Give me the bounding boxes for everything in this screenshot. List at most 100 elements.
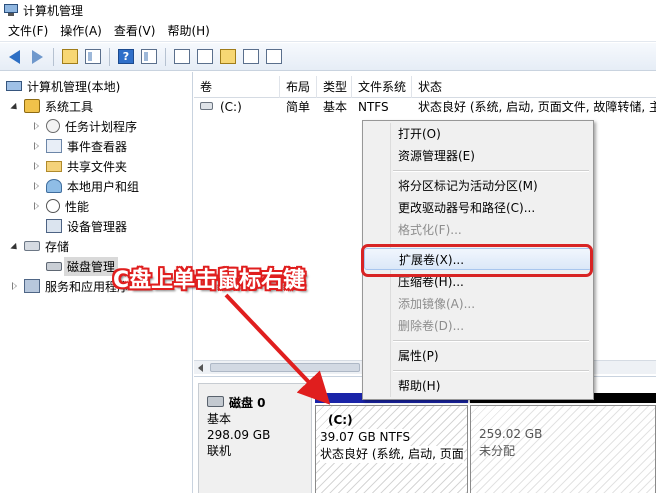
performance-gauge-icon: [46, 199, 60, 213]
menu-item-open[interactable]: 打开(O): [364, 123, 592, 145]
cell-type: 基本: [323, 100, 348, 114]
volume-list-header: 卷 布局 类型 文件系统 状态: [194, 76, 656, 98]
collapsed-arrow-icon[interactable]: [32, 181, 42, 191]
event-log-icon: [46, 139, 62, 153]
cell-status: 状态良好 (系统, 启动, 页面文件, 故障转储, 主: [418, 100, 656, 114]
menu-item-add-mirror: 添加镜像(A)...: [398, 297, 476, 311]
help-button[interactable]: ?: [116, 47, 136, 67]
menu-file[interactable]: 文件(F): [0, 22, 54, 39]
open-folder-icon: [220, 49, 236, 64]
menu-bar: 文件(F) 操作(A) 查看(V) 帮助(H): [0, 20, 656, 42]
forward-arrow-icon: [31, 49, 43, 64]
tools-icon: [24, 99, 40, 113]
cell-layout: 简单: [286, 100, 311, 114]
storage-icon: [24, 241, 40, 251]
refresh-button[interactable]: [172, 47, 192, 67]
cell-filesystem: NTFS: [358, 100, 389, 114]
action-pane-button[interactable]: [139, 47, 159, 67]
disk-type: 基本: [207, 412, 232, 426]
extend-volume-highlight: [361, 244, 593, 277]
collapsed-arrow-icon[interactable]: [32, 161, 42, 171]
menu-item-delete-volume: 删除卷(D)...: [398, 319, 465, 333]
disk-0-info[interactable]: 磁盘 0 基本 298.09 GB 联机: [198, 383, 312, 493]
help-icon: ?: [118, 49, 134, 64]
drive-icon: [200, 102, 213, 110]
tree-item-performance[interactable]: 性能: [32, 196, 89, 216]
menu-item-change-drive-letter[interactable]: 更改驱动器号和路径(C)...: [364, 197, 592, 219]
clock-icon: [46, 119, 60, 133]
toolbar-separator: [109, 47, 110, 66]
refresh-icon: [174, 49, 190, 64]
column-header-volume[interactable]: 卷: [194, 76, 280, 98]
show-hide-tree-button[interactable]: [83, 47, 103, 67]
tree-item-event-viewer[interactable]: 事件查看器: [32, 136, 127, 156]
back-arrow-icon: [8, 49, 20, 64]
tree-item-storage[interactable]: 存储: [10, 236, 69, 256]
scrollbar-thumb[interactable]: [210, 363, 360, 372]
open-button[interactable]: [218, 47, 238, 67]
collapsed-arrow-icon[interactable]: [32, 141, 42, 151]
scroll-left-icon[interactable]: [198, 364, 203, 372]
properties-button[interactable]: [195, 47, 215, 67]
tree-item-task-scheduler[interactable]: 任务计划程序: [32, 116, 137, 136]
column-header-layout[interactable]: 布局: [280, 76, 317, 98]
services-icon: [24, 279, 40, 293]
search-button[interactable]: [241, 47, 261, 67]
disk-size: 298.09 GB: [207, 428, 271, 442]
partition-c[interactable]: (C:) 39.07 GB NTFS 状态良好 (系统, 启动, 页面: [315, 405, 468, 493]
toolbar-separator: [165, 47, 166, 66]
computer-icon: [6, 81, 22, 91]
menu-separator: [393, 340, 589, 342]
computer-management-icon: [4, 3, 18, 17]
menu-separator: [393, 370, 589, 372]
console-tree-icon: [85, 49, 101, 64]
magnifier-icon: [243, 49, 259, 64]
collapsed-arrow-icon[interactable]: [10, 281, 20, 291]
collapsed-arrow-icon[interactable]: [32, 201, 42, 211]
tree-item-local-users[interactable]: 本地用户和组: [32, 176, 139, 196]
partition-c-label: (C:): [328, 413, 353, 427]
annotation-text: C盘上单击鼠标右键: [113, 268, 306, 293]
tree-item-services-applications[interactable]: 服务和应用程序: [10, 276, 129, 296]
menu-help[interactable]: 帮助(H): [161, 22, 215, 39]
menu-item-mark-active[interactable]: 将分区标记为活动分区(M): [364, 175, 592, 197]
toolbar-separator: [53, 47, 54, 66]
partition-c-size: 39.07 GB NTFS: [320, 429, 411, 446]
device-manager-icon: [46, 219, 62, 233]
unallocated-space[interactable]: 259.02 GB 未分配: [470, 405, 656, 493]
unallocated-size: 259.02 GB: [479, 427, 543, 441]
action-pane-icon: [141, 49, 157, 64]
menu-item-explorer[interactable]: 资源管理器(E): [364, 145, 592, 167]
menu-action[interactable]: 操作(A): [54, 22, 108, 39]
collapsed-arrow-icon[interactable]: [32, 121, 42, 131]
menu-item-properties[interactable]: 属性(P): [364, 345, 592, 367]
title-bar: 计算机管理: [0, 0, 656, 20]
back-button[interactable]: [4, 47, 24, 67]
menu-item-help[interactable]: 帮助(H): [364, 375, 592, 397]
disk-properties-icon: [266, 49, 282, 64]
disk-management-icon: [46, 261, 62, 271]
column-header-filesystem[interactable]: 文件系统: [352, 76, 412, 98]
disk-properties-button[interactable]: [264, 47, 284, 67]
menu-view[interactable]: 查看(V): [108, 22, 162, 39]
menu-item-format: 格式化(F)...: [398, 223, 462, 237]
disk-status: 联机: [207, 444, 232, 458]
column-header-status[interactable]: 状态: [412, 76, 656, 98]
table-row[interactable]: (C:) 简单 基本 NTFS 状态良好 (系统, 启动, 页面文件, 故障转储…: [194, 98, 656, 116]
partition-c-status: 状态良好 (系统, 启动, 页面: [320, 446, 464, 463]
expand-arrow-icon[interactable]: [10, 101, 20, 112]
up-level-button[interactable]: [60, 47, 80, 67]
column-header-type[interactable]: 类型: [317, 76, 352, 98]
unallocated-label: 未分配: [479, 444, 516, 458]
users-icon: [46, 179, 62, 193]
forward-button[interactable]: [27, 47, 47, 67]
tree-item-system-tools[interactable]: 系统工具: [10, 96, 93, 116]
menu-separator: [393, 170, 589, 172]
tree-item-device-manager[interactable]: 设备管理器: [46, 216, 127, 236]
tree-item-disk-management[interactable]: 磁盘管理: [46, 256, 119, 276]
properties-icon: [197, 49, 213, 64]
tree-item-shared-folders[interactable]: 共享文件夹: [32, 156, 127, 176]
toolbar: ?: [0, 43, 656, 71]
tree-item-computer-management[interactable]: 计算机管理(本地): [6, 76, 120, 96]
expand-arrow-icon[interactable]: [10, 241, 20, 252]
